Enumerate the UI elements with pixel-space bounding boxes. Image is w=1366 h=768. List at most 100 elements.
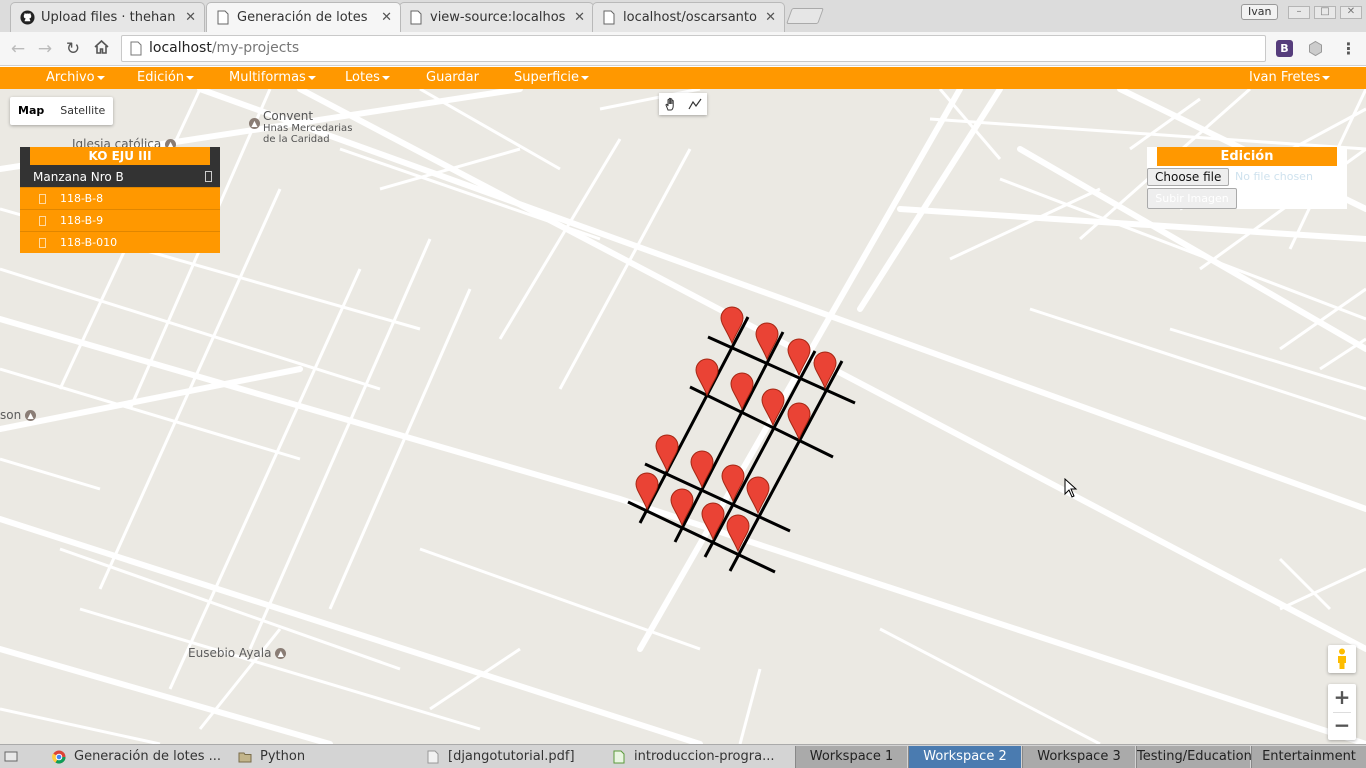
tab-title: Upload files · thehan	[41, 10, 176, 25]
checkbox-icon[interactable]	[39, 238, 46, 248]
menu-superficie[interactable]: Superficie	[514, 67, 590, 89]
browser-toolbar: ← → ↻ localhost/my-projects B ⋮	[0, 32, 1366, 66]
maximize-icon[interactable]: □	[1314, 6, 1336, 19]
close-icon[interactable]: ✕	[765, 10, 776, 25]
browser-tab-strip: Upload files · thehan ✕ Generación de lo…	[0, 0, 1366, 32]
back-arrow-icon[interactable]: ←	[7, 38, 29, 60]
map-type-satellite-button[interactable]: Satellite	[52, 97, 113, 125]
close-icon[interactable]: ✕	[381, 10, 392, 25]
menu-label: Archivo	[46, 70, 95, 85]
close-icon[interactable]: ✕	[574, 10, 585, 25]
choose-file-button[interactable]: Choose file	[1147, 168, 1230, 186]
poi-label: Convent	[263, 109, 314, 123]
map-type-control: Map Satellite	[10, 97, 114, 125]
subir-imagen-button[interactable]: Subir Imagen	[1147, 188, 1237, 209]
workspace-testing-education[interactable]: Testing/Education	[1136, 746, 1252, 768]
workspace-entertainment[interactable]: Entertainment	[1251, 746, 1366, 768]
poi-label: Hnas Mercedarias	[263, 123, 353, 134]
menu-label: Lotes	[345, 70, 380, 85]
landmark-icon: ▲	[25, 410, 37, 421]
reload-icon[interactable]: ↻	[62, 38, 84, 60]
page-icon	[130, 41, 142, 56]
menu-lotes[interactable]: Lotes	[345, 67, 390, 89]
app-menubar: Archivo Edición Multiformas Lotes Guarda…	[0, 67, 1366, 89]
taskbar-item[interactable]: Generación de lotes ...	[52, 746, 224, 768]
new-tab-button[interactable]	[786, 8, 824, 24]
os-taskbar: Generación de lotes ... Python [djangotu…	[0, 744, 1366, 768]
menu-kebab-icon[interactable]: ⋮	[1340, 40, 1357, 57]
minimize-icon[interactable]: –	[1288, 6, 1310, 19]
bootstrap-extension-icon[interactable]: B	[1276, 40, 1293, 57]
lot-item[interactable]: 118-B-010	[20, 231, 220, 253]
workspace-1[interactable]: Workspace 1	[795, 746, 907, 768]
close-icon[interactable]: ✕	[185, 10, 196, 25]
hand-pan-icon[interactable]	[659, 93, 683, 115]
workspace-3[interactable]: Workspace 3	[1022, 746, 1135, 768]
github-icon	[19, 10, 35, 26]
landmark-icon: ▲	[249, 118, 260, 129]
menu-guardar[interactable]: Guardar	[426, 67, 479, 89]
workspace-2[interactable]: Workspace 2	[908, 746, 1021, 768]
tab-upload-files[interactable]: Upload files · thehan ✕	[10, 2, 205, 32]
task-label: [djangotutorial.pdf]	[448, 749, 575, 764]
poi-label: Eusebio Ayala	[188, 646, 272, 660]
caret-down-icon	[1322, 75, 1331, 80]
drawing-tools	[659, 93, 707, 115]
lot-item[interactable]: 118-B-9	[20, 209, 220, 231]
extension-cube-icon[interactable]	[1307, 40, 1324, 57]
tab-view-source[interactable]: view-source:localhos ✕	[399, 2, 594, 32]
user-menu[interactable]: Ivan Fretes	[1249, 67, 1331, 89]
show-desktop-icon[interactable]	[4, 746, 32, 768]
page-icon	[601, 10, 617, 26]
page-icon	[408, 10, 424, 26]
menu-label: Edición	[137, 70, 185, 85]
lotes-panel: KO EJU III Manzana Nro B 118-B-8 118-B-9…	[20, 147, 220, 253]
manzana-label: Manzana Nro B	[33, 170, 124, 184]
edicion-panel: Edición Choose file No file chosen Subir…	[1147, 147, 1347, 209]
url-path: /my-projects	[211, 40, 300, 56]
chrome-icon	[52, 750, 66, 764]
map-canvas[interactable]: Map Satellite ▲ Convent Hnas Mercedarias…	[0, 89, 1366, 744]
file-status: No file chosen	[1235, 170, 1313, 183]
tab-generacion-lotes[interactable]: Generación de lotes ✕	[206, 2, 401, 32]
zoom-in-button[interactable]: +	[1328, 684, 1356, 712]
checkbox-icon[interactable]	[39, 194, 46, 204]
zoom-control: + −	[1328, 684, 1356, 740]
pegman-icon[interactable]	[1328, 645, 1356, 673]
tab-localhost-oscarsanto[interactable]: localhost/oscarsanto ✕	[592, 2, 785, 32]
menu-edicion[interactable]: Edición	[137, 67, 195, 89]
taskbar-item[interactable]: Python	[238, 746, 408, 768]
map-type-map-button[interactable]: Map	[10, 97, 52, 125]
edicion-title: Edición	[1157, 147, 1337, 166]
tab-title: localhost/oscarsanto	[623, 10, 757, 25]
divider	[1333, 712, 1351, 713]
poi-eusebio-ayala[interactable]: Eusebio Ayala ▲	[188, 646, 287, 660]
zoom-out-button[interactable]: −	[1328, 712, 1356, 740]
mouse-cursor-icon	[1064, 477, 1078, 503]
poi-convent[interactable]: ▲ Convent Hnas Mercedarias de la Caridad	[249, 109, 352, 145]
forward-arrow-icon[interactable]: →	[34, 38, 56, 60]
menu-label: Guardar	[426, 70, 479, 85]
profile-button[interactable]: Ivan	[1241, 4, 1279, 20]
checkbox-icon[interactable]	[39, 216, 46, 226]
menu-multiformas[interactable]: Multiformas	[229, 67, 316, 89]
menu-label: Multiformas	[229, 70, 306, 85]
manzana-group[interactable]: Manzana Nro B	[20, 167, 220, 187]
address-bar[interactable]: localhost/my-projects	[121, 35, 1266, 62]
lot-label: 118-B-010	[60, 236, 118, 249]
caret-down-icon	[307, 75, 316, 80]
taskbar-item[interactable]: introduccion-progra...	[612, 746, 784, 768]
folder-icon	[238, 750, 252, 764]
taskbar-item[interactable]: [djangotutorial.pdf]	[426, 746, 598, 768]
caret-down-icon	[186, 75, 195, 80]
polyline-icon[interactable]	[683, 93, 707, 115]
lot-label: 118-B-9	[60, 214, 104, 227]
menu-archivo[interactable]: Archivo	[46, 67, 105, 89]
close-window-icon[interactable]: ✕	[1340, 6, 1362, 19]
home-icon[interactable]	[90, 38, 112, 60]
toggle-icon[interactable]	[205, 171, 212, 182]
task-label: Generación de lotes ...	[74, 749, 222, 764]
lot-item[interactable]: 118-B-8	[20, 187, 220, 209]
page-icon	[215, 10, 231, 26]
poi-left[interactable]: son ▲	[0, 408, 37, 422]
